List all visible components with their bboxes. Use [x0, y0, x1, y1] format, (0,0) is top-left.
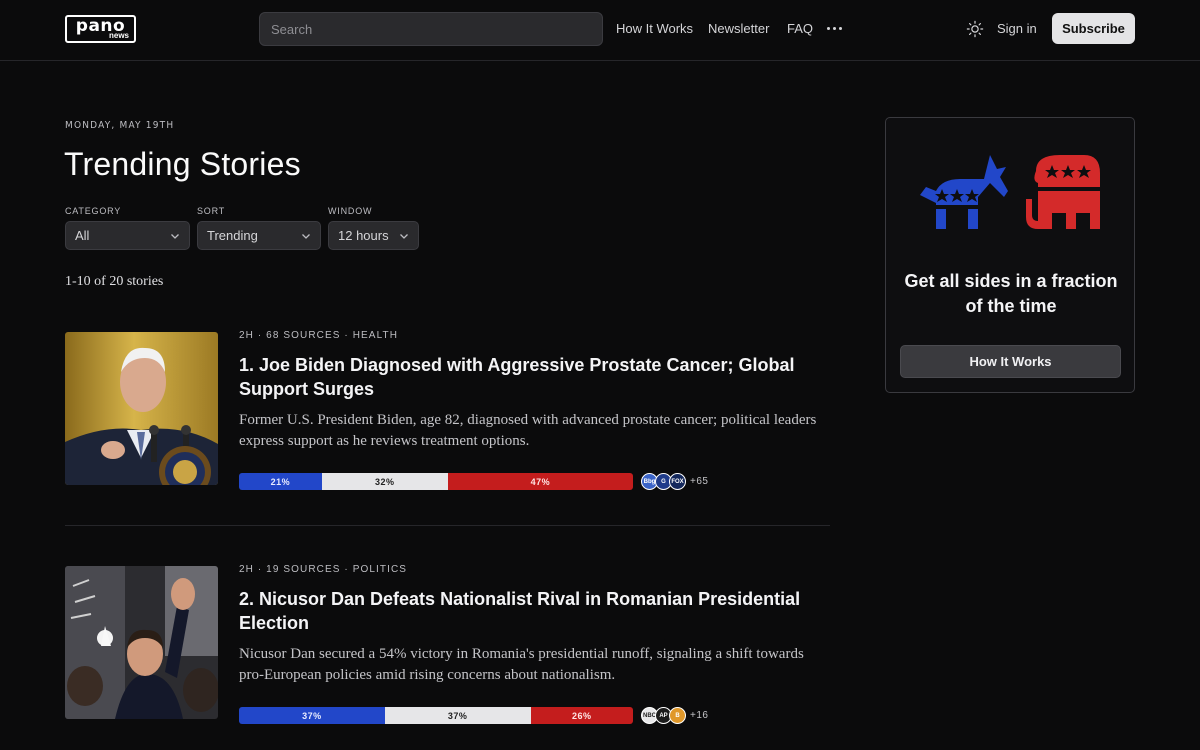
window-select-value: 12 hours [338, 228, 389, 243]
story-divider [65, 525, 830, 526]
sign-in-link[interactable]: Sign in [997, 21, 1037, 36]
more-sources-count: +16 [690, 710, 709, 721]
nav-newsletter[interactable]: Newsletter [708, 21, 769, 36]
window-select[interactable]: 12 hours [328, 221, 419, 250]
chevron-down-icon [171, 233, 179, 239]
story-item: 2H · 19 SOURCES · POLITICS 2. Nicusor Da… [65, 564, 830, 726]
category-filter-label: CATEGORY [65, 206, 122, 216]
bias-right-segment: 26% [530, 707, 633, 724]
story-headline[interactable]: 2. Nicusor Dan Defeats Nationalist Rival… [239, 587, 829, 635]
source-logo-icon: FOX [669, 473, 686, 490]
republican-elephant-icon [1026, 155, 1100, 229]
subscribe-button[interactable]: Subscribe [1052, 13, 1135, 44]
democrat-donkey-icon [920, 155, 1008, 229]
how-it-works-button[interactable]: How It Works [900, 345, 1121, 378]
search-input[interactable] [259, 12, 603, 46]
story-count: 1-10 of 20 stories [65, 274, 164, 289]
category-select-value: All [75, 228, 90, 243]
nav-how-it-works[interactable]: How It Works [616, 21, 693, 36]
source-icons[interactable]: Bbg G FOX +65 [641, 473, 708, 490]
page-title: Trending Stories [64, 146, 301, 182]
bias-left-segment: 21% [239, 473, 322, 490]
bias-center-label: 32% [375, 476, 395, 487]
top-navigation-bar: pano news How It Works Newsletter FAQ Si… [0, 0, 1200, 61]
promo-title: Get all sides in a fraction of the time [904, 271, 1118, 316]
bias-center-label: 37% [447, 710, 468, 721]
more-sources-count: +65 [690, 476, 709, 487]
bias-left-label: 37% [302, 710, 322, 721]
bias-left-label: 21% [270, 476, 291, 487]
story-headline[interactable]: 1. Joe Biden Diagnosed with Aggressive P… [239, 353, 829, 401]
promo-card: Get all sides in a fraction of the time … [885, 117, 1135, 393]
bias-right-label: 47% [530, 476, 551, 487]
sort-select-value: Trending [207, 228, 258, 243]
chevron-down-icon [302, 233, 310, 239]
bias-left-segment: 37% [239, 707, 385, 724]
story-thumbnail[interactable] [65, 566, 218, 719]
story-meta: 2H · 68 SOURCES · HEALTH [239, 330, 399, 341]
sort-select[interactable]: Trending [197, 221, 321, 250]
source-logo-icon: B [669, 707, 686, 724]
category-select[interactable]: All [65, 221, 190, 250]
bias-distribution-bar[interactable]: 37% 37% 26% [239, 707, 633, 724]
bias-center-segment: 37% [384, 707, 531, 724]
bias-distribution-bar[interactable]: 21% 32% 47% [239, 473, 633, 490]
source-icons[interactable]: NBC AP B +16 [641, 707, 708, 724]
story-item: 2H · 68 SOURCES · HEALTH 1. Joe Biden Di… [65, 330, 830, 492]
story-summary: Nicusor Dan secured a 54% victory in Rom… [239, 646, 804, 683]
sort-filter-label: SORT [197, 206, 226, 216]
current-date: MONDAY, MAY 19TH [65, 120, 175, 131]
story-meta: 2H · 19 SOURCES · POLITICS [239, 564, 408, 575]
pano-news-logo[interactable]: pano news [65, 15, 136, 43]
party-mascots-illustration [920, 155, 1100, 229]
sun-icon[interactable] [966, 20, 984, 38]
more-dots-icon[interactable] [827, 27, 842, 30]
story-summary: Former U.S. President Biden, age 82, dia… [239, 412, 817, 449]
nav-faq[interactable]: FAQ [787, 21, 813, 36]
bias-center-segment: 32% [321, 473, 448, 490]
logo-subtext: news [108, 31, 129, 40]
bias-right-segment: 47% [447, 473, 633, 490]
bias-right-label: 26% [571, 710, 592, 721]
window-filter-label: WINDOW [328, 206, 373, 216]
chevron-down-icon [400, 233, 408, 239]
story-thumbnail[interactable] [65, 332, 218, 485]
